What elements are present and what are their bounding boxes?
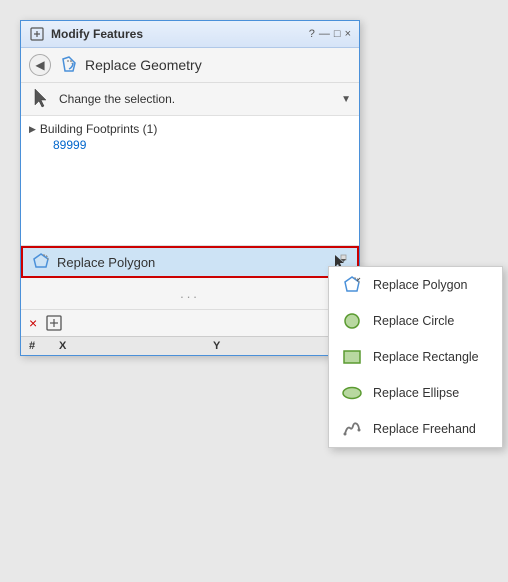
- maximize-button[interactable]: □: [334, 28, 341, 40]
- dropdown-item-replace-freehand[interactable]: Replace Freehand: [329, 411, 502, 447]
- toolbar-selected-row[interactable]: Replace Polygon: [21, 246, 359, 278]
- dropdown-item-replace-polygon[interactable]: Replace Polygon: [329, 267, 502, 303]
- replace-ellipse-label: Replace Ellipse: [373, 386, 459, 400]
- replace-freehand-menu-icon: [341, 418, 363, 440]
- replace-circle-menu-icon: [341, 310, 363, 332]
- header-title-label: Replace Geometry: [85, 57, 202, 73]
- coord-table-header: # X Y: [21, 336, 359, 355]
- replace-geometry-icon: [59, 55, 79, 75]
- title-bar: Modify Features ? — □ ×: [21, 21, 359, 48]
- dropdown-menu: Replace Polygon Replace Circle Replace R…: [328, 266, 503, 448]
- help-button[interactable]: ?: [309, 28, 315, 40]
- tree-group: ▶ Building Footprints (1): [29, 122, 351, 136]
- title-bar-label: Modify Features: [51, 27, 143, 41]
- col-header-x: X: [51, 337, 205, 355]
- header-title: Replace Geometry: [59, 55, 202, 75]
- header-row: ◀ Replace Geometry: [21, 48, 359, 83]
- replace-polygon-icon: [31, 252, 51, 272]
- dropdown-item-replace-ellipse[interactable]: Replace Ellipse: [329, 375, 502, 411]
- replace-polygon-label: Replace Polygon: [373, 278, 468, 292]
- bottom-toolbar: ×: [21, 309, 359, 336]
- col-header-num: #: [21, 337, 51, 355]
- tree-child[interactable]: 89999: [29, 138, 351, 152]
- selection-row[interactable]: Change the selection. ▼: [21, 83, 359, 116]
- replace-polygon-menu-icon: [341, 274, 363, 296]
- tree-expand-icon[interactable]: ▶: [29, 124, 36, 135]
- replace-rectangle-label: Replace Rectangle: [373, 350, 479, 364]
- dropdown-item-replace-circle[interactable]: Replace Circle: [329, 303, 502, 339]
- close-button[interactable]: ×: [345, 28, 351, 40]
- replace-ellipse-menu-icon: [341, 382, 363, 404]
- title-bar-controls[interactable]: ? — □ ×: [309, 28, 351, 40]
- selection-cursor-icon: [29, 87, 53, 111]
- dots-row: ...: [21, 278, 359, 309]
- add-vertex-icon[interactable]: [45, 314, 63, 332]
- back-button[interactable]: ◀: [29, 54, 51, 76]
- main-panel: Modify Features ? — □ × ◀ Replace Geomet…: [20, 20, 360, 356]
- toolbar-selected-label: Replace Polygon: [57, 255, 323, 270]
- selection-dropdown-arrow[interactable]: ▼: [341, 94, 351, 105]
- minimize-button[interactable]: —: [319, 28, 330, 40]
- tree-group-label: Building Footprints (1): [40, 122, 157, 136]
- tree-area: ▶ Building Footprints (1) 89999: [21, 116, 359, 246]
- replace-rectangle-menu-icon: [341, 346, 363, 368]
- dropdown-item-replace-rectangle[interactable]: Replace Rectangle: [329, 339, 502, 375]
- title-bar-title-group: Modify Features: [29, 26, 143, 42]
- replace-freehand-label: Replace Freehand: [373, 422, 476, 436]
- selection-text: Change the selection.: [59, 92, 335, 106]
- modify-features-icon: [29, 26, 45, 42]
- delete-icon[interactable]: ×: [29, 315, 37, 331]
- replace-circle-label: Replace Circle: [373, 314, 454, 328]
